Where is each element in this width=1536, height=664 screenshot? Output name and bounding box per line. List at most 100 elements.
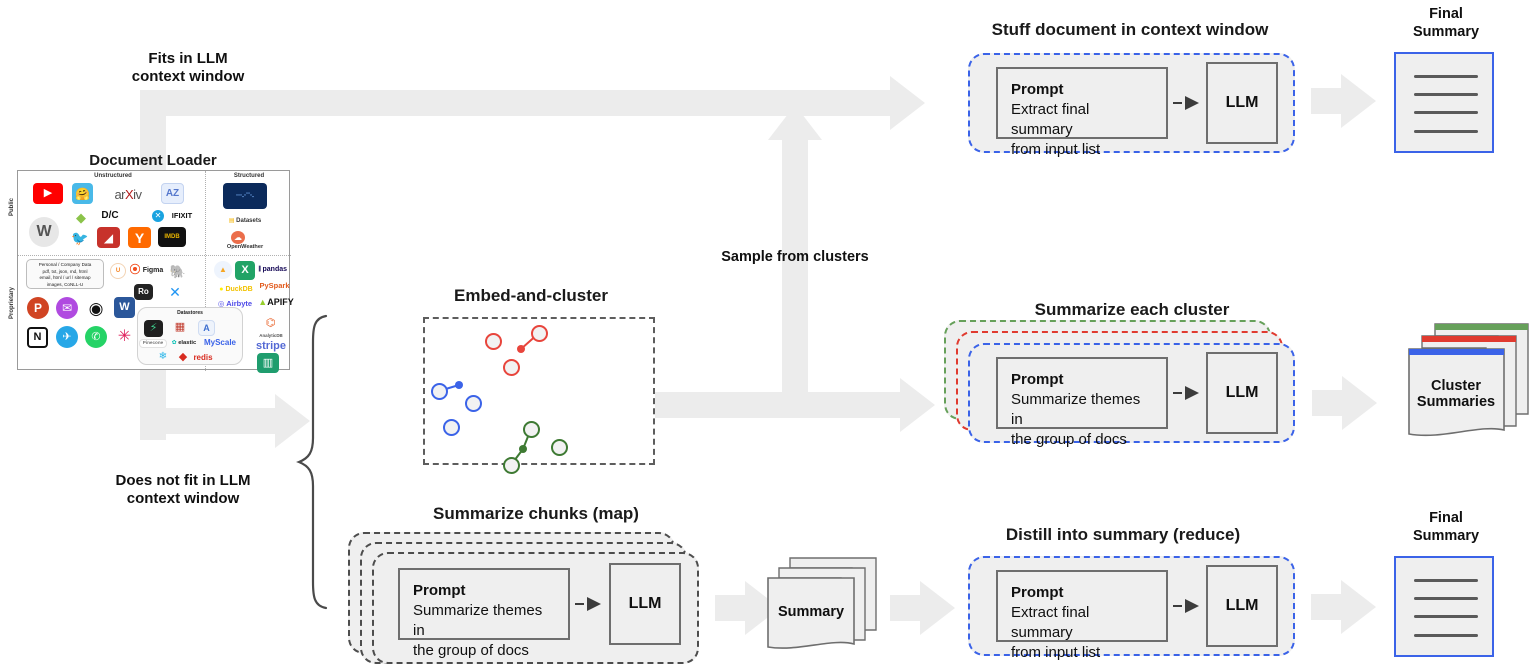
summarize-cluster-prompt-box: Prompt Summarize themes in the group of …: [996, 357, 1168, 448]
doc-line: [1414, 579, 1478, 582]
logo-amazon-s3: ▦: [174, 320, 186, 333]
doc-line: [1414, 75, 1478, 78]
collage-header-structured: Structured: [233, 173, 265, 179]
map-prompt-body: Summarize themes in the group of docs: [413, 602, 543, 660]
logo-modal: ▥: [257, 353, 279, 373]
logo-imdb: IMDB: [158, 227, 186, 247]
summarize-cluster-prompt-to-llm-arrow: [1173, 386, 1199, 400]
summary-stack: Summary: [767, 557, 877, 649]
reduce-prompt-title: Prompt: [1011, 584, 1064, 601]
reduce-prompt-body: Extract final summary from input list: [1011, 604, 1101, 662]
collage-row-label-proprietary: Proprietary: [9, 287, 15, 320]
doc-line: [1414, 634, 1478, 637]
logo-twitter: 🐦: [71, 230, 89, 246]
cluster-point-green-1: [523, 421, 540, 438]
collage-row-label-public: Public: [9, 198, 15, 217]
logo-messenger: ✉: [56, 297, 78, 319]
logo-slack-connect: ✕: [169, 284, 181, 300]
cluster-centroid-blue: [455, 381, 463, 389]
logo-arxiv: ar Xiv: [114, 186, 142, 202]
label-does-not-fit: Does not fit in LLM context window: [115, 472, 251, 507]
logo-myscale: MyScale: [203, 338, 237, 347]
logo-redis: redis: [193, 352, 213, 362]
final-summary-top-label: Final Summary: [1412, 6, 1480, 40]
final-summary-bottom-doc: [1394, 556, 1494, 657]
embed-and-cluster-title: Embed-and-cluster: [454, 286, 608, 305]
logo-redis-mark: ◆: [178, 351, 188, 363]
logo-pinecone: Pinecone: [139, 339, 167, 348]
branch-brace: [296, 314, 328, 610]
stuff-panel-title: Stuff document in context window: [991, 20, 1269, 39]
logo-cube: ◆: [76, 209, 86, 225]
logo-youtube: ▶: [33, 183, 63, 204]
logo-docugami: D/C: [101, 210, 119, 221]
cluster-point-blue-1: [431, 383, 448, 400]
cluster-scatter-plot: [423, 317, 655, 474]
label-sample-from-clusters: Sample from clusters: [721, 249, 869, 265]
logo-supabase: ⚡: [144, 320, 163, 337]
final-summary-top-doc: [1394, 52, 1494, 153]
logo-openweather: OpenWeather: [226, 243, 264, 250]
cluster-point-red-1: [485, 333, 502, 350]
logo-notion: N: [27, 327, 48, 348]
logo-roam: Ro: [134, 284, 153, 300]
diagram-canvas: Fits in LLM context window Does not fit …: [0, 0, 1536, 664]
collage-datastores-title: Datastores: [177, 310, 203, 316]
document-loader-collage: Unstructured Structured ▶ 🤗 ar Xiv AZ ◆ D…: [17, 170, 294, 373]
document-loader-title: Document Loader: [89, 152, 217, 169]
collage-header-unstructured: Unstructured: [94, 173, 132, 179]
cluster-point-green-2: [551, 439, 568, 456]
map-llm-box: LLM: [609, 563, 681, 645]
logo-figma-text: Figma: [142, 267, 164, 274]
doc-line: [1414, 615, 1478, 618]
final-summary-bottom-label: Final Summary: [1412, 510, 1480, 544]
reduce-panel-title: Distill into summary (reduce): [1005, 525, 1241, 544]
svg-text:Summaries: Summaries: [1417, 394, 1495, 410]
logo-airtable: ▲: [214, 261, 232, 279]
logo-excel: X: [235, 261, 255, 280]
stuff-prompt-title: Prompt: [1011, 81, 1064, 98]
map-prompt-title: Prompt: [413, 582, 466, 599]
logo-elastic: ✿ elastic: [171, 339, 197, 346]
logo-huggingface: 🤗: [72, 183, 93, 204]
logo-azlyrics: AZ: [161, 183, 184, 204]
logo-analyticdb: ⌬: [262, 315, 279, 332]
logo-pandas: 𝄃 pandas: [258, 266, 288, 273]
logo-snowflake: ❄: [158, 351, 168, 362]
stuff-prompt-box: Prompt Extract final summary from input …: [996, 67, 1168, 158]
logo-pyspark: PySpark: [259, 280, 290, 290]
cluster-point-blue-3: [443, 419, 460, 436]
logo-atlas: A: [198, 320, 215, 336]
logo-ifixit: IFIXIT: [171, 211, 193, 221]
map-panel-title: Summarize chunks (map): [433, 504, 639, 523]
cluster-point-blue-2: [465, 395, 482, 412]
cluster-centroid-red: [517, 345, 525, 353]
stuff-prompt-body: Extract final summary from input list: [1011, 101, 1101, 159]
doc-line: [1414, 597, 1478, 600]
svg-text:Cluster: Cluster: [1431, 378, 1481, 394]
logo-ifixit-mark: ✕: [152, 210, 164, 222]
doc-line: [1414, 93, 1478, 96]
collage-data-blurb: Personal / Company Data pdf, txt, json, …: [26, 259, 104, 289]
logo-slack: ✳: [117, 327, 132, 345]
logo-wikipedia-graph: ⋯⋰⋱: [223, 183, 267, 209]
logo-stripe: stripe: [256, 339, 286, 352]
map-prompt-to-llm-arrow: [575, 597, 601, 611]
logo-gitbook: ◢: [97, 227, 120, 248]
map-prompt-box: Prompt Summarize themes in the group of …: [398, 568, 570, 659]
summarize-cluster-llm-box: LLM: [1206, 352, 1278, 434]
logo-telegram: ✈: [56, 326, 78, 348]
logo-word: W: [114, 297, 135, 318]
cluster-point-green-3: [503, 457, 520, 474]
logo-evernote: 🐘: [170, 263, 186, 279]
logo-whatsapp: ✆: [85, 326, 107, 348]
svg-text:Summary: Summary: [778, 604, 844, 620]
cluster-centroid-green: [519, 445, 527, 453]
reduce-prompt-box: Prompt Extract final summary from input …: [996, 570, 1168, 661]
doc-line: [1414, 111, 1478, 114]
logo-hackernews: Y: [128, 227, 151, 248]
logo-unstructured: U: [110, 263, 126, 279]
logo-duckdb: ● DuckDB: [219, 285, 253, 293]
label-fits-in-context: Fits in LLM context window: [131, 50, 245, 85]
cluster-point-red-2: [531, 325, 548, 342]
